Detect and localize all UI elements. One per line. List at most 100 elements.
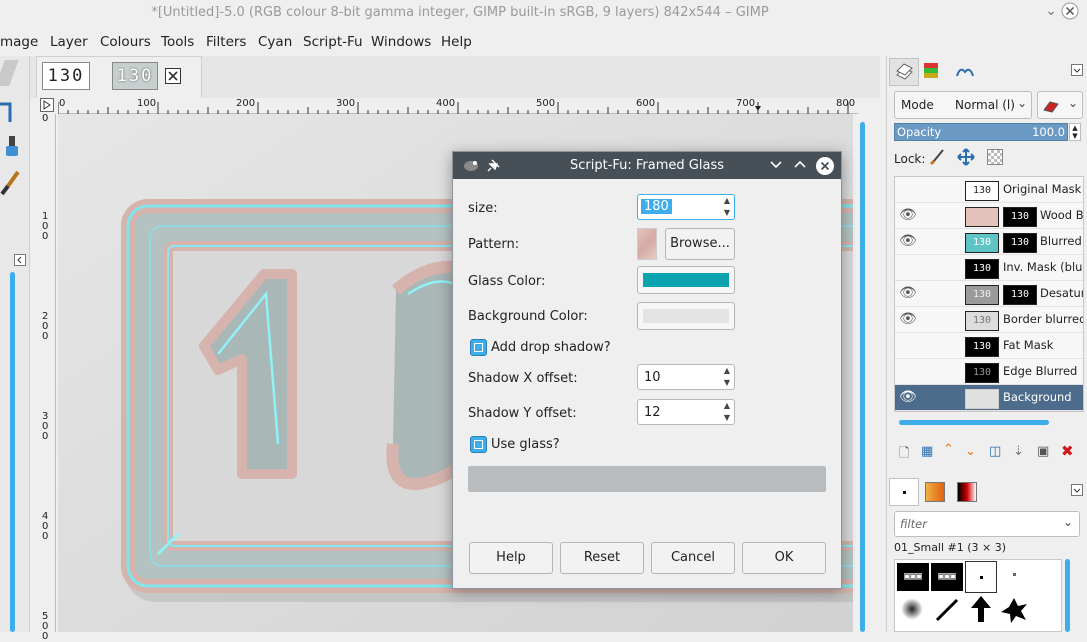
layer-row[interactable]: 👁 130 Border blurred: [895, 307, 1083, 333]
menu-help[interactable]: Help: [441, 34, 472, 50]
channels-tab-icon[interactable]: [923, 62, 939, 84]
spin-up-icon[interactable]: ▲: [724, 196, 730, 205]
toolbox-scrollbar[interactable]: [10, 272, 15, 632]
layer-row[interactable]: 130 Fat Mask: [895, 333, 1083, 359]
paths-tab-icon[interactable]: [955, 64, 975, 82]
duplicate-layer-icon[interactable]: ◫: [989, 444, 1001, 459]
size-spinbox[interactable]: 180 ▲ ▼: [637, 194, 735, 220]
spin-down-icon[interactable]: ▼: [724, 378, 730, 387]
use-glass-checkbox[interactable]: [470, 436, 487, 453]
mask-layer-icon[interactable]: ▣: [1037, 444, 1049, 459]
add-drop-shadow-checkbox[interactable]: [470, 339, 487, 356]
vertical-ruler[interactable]: 0 100 200 300 400 500: [38, 114, 56, 642]
eye-icon[interactable]: 👁: [899, 311, 917, 329]
shadow-y-spinbox[interactable]: 12 ▲ ▼: [637, 399, 735, 425]
opacity-slider[interactable]: Opacity 100.0: [894, 123, 1068, 141]
eye-icon[interactable]: 👁: [899, 389, 917, 407]
canvas-vertical-scrollbar[interactable]: [860, 122, 865, 632]
gradients-tab-icon[interactable]: [957, 482, 977, 502]
tool-shape-icon[interactable]: [0, 60, 19, 86]
menu-image[interactable]: mage: [0, 34, 38, 50]
menu-cyan[interactable]: Cyan: [258, 34, 292, 50]
close-window-icon[interactable]: [1061, 2, 1079, 24]
pattern-preview[interactable]: [637, 228, 657, 260]
spin-up-icon[interactable]: ▲: [724, 401, 730, 410]
lock-position-icon[interactable]: [957, 148, 975, 170]
layer-row[interactable]: 👁 130 Wood Bo: [895, 203, 1083, 229]
brush-item[interactable]: ▣▣▣: [897, 563, 929, 591]
layer-row[interactable]: 130 Inv. Mask (blur: [895, 255, 1083, 281]
background-color-button[interactable]: [637, 302, 735, 330]
patterns-tab-icon[interactable]: [925, 482, 945, 502]
image-tab-thumbnail-glass[interactable]: 130: [112, 62, 158, 90]
dock-menu-icon[interactable]: [1071, 64, 1083, 80]
close-dialog-icon[interactable]: [815, 156, 835, 180]
brush-item[interactable]: [933, 596, 961, 628]
spin-up-icon[interactable]: ▲: [724, 366, 730, 375]
layers-horizontal-scrollbar[interactable]: [899, 420, 1049, 425]
menu-colours[interactable]: Colours: [100, 34, 151, 50]
raise-layer-icon[interactable]: ⌃: [943, 442, 954, 457]
use-glass-label[interactable]: Use glass?: [491, 437, 560, 452]
menu-filters[interactable]: Filters: [206, 34, 246, 50]
layer-row-selected[interactable]: 👁 Background: [895, 385, 1083, 411]
glass-color-button[interactable]: [637, 266, 735, 294]
size-value[interactable]: 180: [641, 199, 672, 214]
crop-tool-icon[interactable]: [0, 100, 14, 126]
spin-down-icon[interactable]: ▼: [724, 413, 730, 422]
chevron-down-icon[interactable]: ⌄: [1045, 3, 1057, 19]
cancel-button[interactable]: Cancel: [651, 542, 735, 574]
menu-script-fu[interactable]: Script-Fu: [303, 34, 363, 50]
layer-row[interactable]: 130 Original Mask: [895, 177, 1083, 203]
opacity-spin-arrows[interactable]: ▲ ▼: [1069, 123, 1081, 141]
tab-brushes[interactable]: [889, 478, 919, 506]
ok-button[interactable]: OK: [742, 542, 826, 574]
image-tab-thumbnail[interactable]: 130: [42, 62, 90, 90]
browse-button[interactable]: Browse...: [665, 228, 735, 260]
brush-item[interactable]: ▣▣▣: [931, 563, 963, 591]
lower-layer-icon[interactable]: ⌄: [965, 444, 976, 459]
eye-icon[interactable]: 👁: [899, 233, 917, 251]
layer-row[interactable]: 130 Edge Blurred: [895, 359, 1083, 385]
brush-scrollbar[interactable]: [1065, 559, 1070, 632]
brush-item[interactable]: [901, 598, 923, 620]
new-group-icon[interactable]: ▦: [921, 444, 933, 459]
mode-select[interactable]: Mode Normal (l) ⌄: [894, 91, 1032, 119]
shadow-x-value[interactable]: 10: [644, 370, 661, 385]
merge-layer-icon[interactable]: ⇣: [1013, 444, 1024, 459]
help-button[interactable]: Help: [469, 542, 553, 574]
menu-layer[interactable]: Layer: [50, 34, 88, 50]
minimize-icon[interactable]: [769, 159, 783, 175]
reset-button[interactable]: Reset: [560, 542, 644, 574]
tab-layers[interactable]: [889, 58, 919, 86]
brush-item[interactable]: [967, 594, 995, 628]
brush-item[interactable]: [1013, 573, 1016, 576]
lock-pixels-icon[interactable]: [929, 148, 947, 170]
layer-row[interactable]: 👁 130 130 Desatura: [895, 281, 1083, 307]
brush-filter-input[interactable]: filter ⌄: [894, 511, 1080, 537]
ink-tool-icon[interactable]: [2, 134, 22, 164]
delete-layer-icon[interactable]: ✖: [1061, 442, 1074, 460]
composite-mode-select[interactable]: ⌄: [1037, 91, 1083, 119]
layer-row[interactable]: 👁 130 130 Blurred: [895, 229, 1083, 255]
panel-toggle-icon[interactable]: [14, 254, 26, 270]
maximize-icon[interactable]: [793, 158, 807, 174]
eye-icon[interactable]: 👁: [899, 285, 917, 303]
lock-label: Lock:: [894, 152, 926, 166]
lock-alpha-icon[interactable]: [987, 149, 1003, 165]
shadow-y-value[interactable]: 12: [644, 405, 661, 420]
paintbrush-tool-icon[interactable]: [0, 170, 22, 200]
add-drop-shadow-label[interactable]: Add drop shadow?: [491, 340, 611, 355]
progress-bar: [468, 466, 826, 492]
close-tab-icon[interactable]: [165, 68, 181, 88]
menu-windows[interactable]: Windows: [371, 34, 431, 50]
new-layer-icon[interactable]: 🗋: [899, 444, 909, 466]
eye-icon[interactable]: 👁: [899, 207, 917, 225]
spin-down-icon[interactable]: ▼: [724, 208, 730, 217]
menu-tools[interactable]: Tools: [161, 34, 194, 50]
horizontal-ruler[interactable]: 0 100 200 300 400 500 600 700 800: [58, 98, 858, 114]
brush-item[interactable]: [999, 596, 1029, 628]
shadow-x-spinbox[interactable]: 10 ▲ ▼: [637, 364, 735, 390]
brush-item-selected[interactable]: [965, 561, 997, 593]
dock-menu-icon[interactable]: [1071, 484, 1083, 500]
